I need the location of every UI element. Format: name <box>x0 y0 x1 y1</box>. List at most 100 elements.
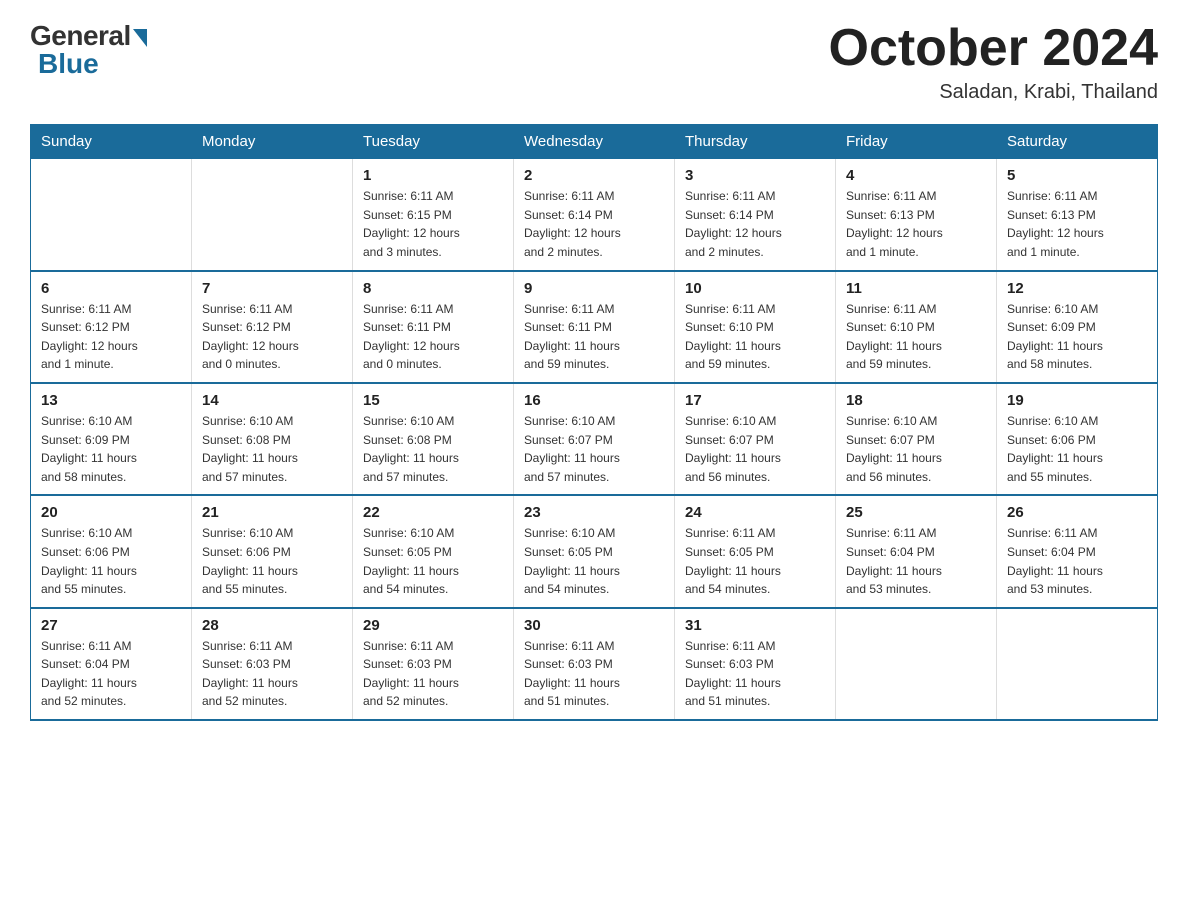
day-number: 14 <box>202 392 342 409</box>
week-row-2: 6 Sunrise: 6:11 AM Sunset: 6:12 PM Daylig… <box>31 271 1158 383</box>
header-monday: Monday <box>192 125 353 159</box>
header-friday: Friday <box>836 125 997 159</box>
day-info: Sunrise: 6:11 AM Sunset: 6:10 PM Dayligh… <box>685 300 825 374</box>
day-number: 28 <box>202 617 342 634</box>
day-info: Sunrise: 6:11 AM Sunset: 6:10 PM Dayligh… <box>846 300 986 374</box>
location-text: Saladan, Krabi, Thailand <box>829 81 1159 104</box>
header-sunday: Sunday <box>31 125 192 159</box>
header-row: SundayMondayTuesdayWednesdayThursdayFrid… <box>31 125 1158 159</box>
calendar-cell: 17 Sunrise: 6:10 AM Sunset: 6:07 PM Dayli… <box>675 383 836 495</box>
calendar-cell: 21 Sunrise: 6:10 AM Sunset: 6:06 PM Dayli… <box>192 495 353 607</box>
day-info: Sunrise: 6:11 AM Sunset: 6:04 PM Dayligh… <box>1007 524 1147 598</box>
calendar-cell <box>836 608 997 720</box>
calendar-cell: 6 Sunrise: 6:11 AM Sunset: 6:12 PM Daylig… <box>31 271 192 383</box>
day-number: 25 <box>846 504 986 521</box>
day-number: 26 <box>1007 504 1147 521</box>
calendar-cell: 20 Sunrise: 6:10 AM Sunset: 6:06 PM Dayli… <box>31 495 192 607</box>
calendar-cell <box>192 159 353 271</box>
header-tuesday: Tuesday <box>353 125 514 159</box>
day-info: Sunrise: 6:10 AM Sunset: 6:09 PM Dayligh… <box>1007 300 1147 374</box>
calendar-cell: 26 Sunrise: 6:11 AM Sunset: 6:04 PM Dayli… <box>997 495 1158 607</box>
day-number: 16 <box>524 392 664 409</box>
calendar-cell: 2Sunrise: 6:11 AM Sunset: 6:14 PM Daylig… <box>514 159 675 271</box>
calendar-cell: 13Sunrise: 6:10 AM Sunset: 6:09 PM Dayli… <box>31 383 192 495</box>
calendar-cell: 1 Sunrise: 6:11 AM Sunset: 6:15 PM Daylig… <box>353 159 514 271</box>
month-title: October 2024 <box>829 20 1159 77</box>
day-info: Sunrise: 6:10 AM Sunset: 6:08 PM Dayligh… <box>202 412 342 486</box>
day-info: Sunrise: 6:11 AM Sunset: 6:03 PM Dayligh… <box>524 637 664 711</box>
calendar-cell: 23 Sunrise: 6:10 AM Sunset: 6:05 PM Dayli… <box>514 495 675 607</box>
day-info: Sunrise: 6:11 AM Sunset: 6:03 PM Dayligh… <box>363 637 503 711</box>
day-info: Sunrise: 6:11 AM Sunset: 6:04 PM Dayligh… <box>41 637 181 711</box>
day-number: 23 <box>524 504 664 521</box>
day-number: 7 <box>202 280 342 297</box>
calendar-cell: 16 Sunrise: 6:10 AM Sunset: 6:07 PM Dayli… <box>514 383 675 495</box>
day-number: 1 <box>363 167 503 184</box>
page-header: General Blue October 2024 Saladan, Krabi… <box>30 20 1158 104</box>
day-info: Sunrise: 6:10 AM Sunset: 6:06 PM Dayligh… <box>41 524 181 598</box>
day-info: Sunrise: 6:10 AM Sunset: 6:07 PM Dayligh… <box>524 412 664 486</box>
header-wednesday: Wednesday <box>514 125 675 159</box>
day-number: 15 <box>363 392 503 409</box>
day-info: Sunrise: 6:11 AM Sunset: 6:05 PM Dayligh… <box>685 524 825 598</box>
calendar-cell: 29Sunrise: 6:11 AM Sunset: 6:03 PM Dayli… <box>353 608 514 720</box>
calendar-cell: 31 Sunrise: 6:11 AM Sunset: 6:03 PM Dayli… <box>675 608 836 720</box>
day-info: Sunrise: 6:11 AM Sunset: 6:15 PM Dayligh… <box>363 187 503 261</box>
day-number: 11 <box>846 280 986 297</box>
day-number: 13 <box>41 392 181 409</box>
calendar-cell: 28 Sunrise: 6:11 AM Sunset: 6:03 PM Dayli… <box>192 608 353 720</box>
calendar-cell: 14 Sunrise: 6:10 AM Sunset: 6:08 PM Dayli… <box>192 383 353 495</box>
day-number: 24 <box>685 504 825 521</box>
calendar-body: 1 Sunrise: 6:11 AM Sunset: 6:15 PM Daylig… <box>31 159 1158 720</box>
calendar-cell: 12 Sunrise: 6:10 AM Sunset: 6:09 PM Dayli… <box>997 271 1158 383</box>
day-info: Sunrise: 6:11 AM Sunset: 6:14 PM Dayligh… <box>685 187 825 261</box>
day-info: Sunrise: 6:10 AM Sunset: 6:05 PM Dayligh… <box>524 524 664 598</box>
day-info: Sunrise: 6:10 AM Sunset: 6:05 PM Dayligh… <box>363 524 503 598</box>
calendar-cell: 22Sunrise: 6:10 AM Sunset: 6:05 PM Dayli… <box>353 495 514 607</box>
day-number: 9 <box>524 280 664 297</box>
week-row-5: 27Sunrise: 6:11 AM Sunset: 6:04 PM Dayli… <box>31 608 1158 720</box>
day-info: Sunrise: 6:11 AM Sunset: 6:13 PM Dayligh… <box>846 187 986 261</box>
day-info: Sunrise: 6:10 AM Sunset: 6:08 PM Dayligh… <box>363 412 503 486</box>
calendar-table: SundayMondayTuesdayWednesdayThursdayFrid… <box>30 124 1158 721</box>
calendar-cell: 8Sunrise: 6:11 AM Sunset: 6:11 PM Daylig… <box>353 271 514 383</box>
day-info: Sunrise: 6:10 AM Sunset: 6:06 PM Dayligh… <box>202 524 342 598</box>
day-info: Sunrise: 6:11 AM Sunset: 6:03 PM Dayligh… <box>202 637 342 711</box>
day-number: 12 <box>1007 280 1147 297</box>
calendar-cell: 10Sunrise: 6:11 AM Sunset: 6:10 PM Dayli… <box>675 271 836 383</box>
day-info: Sunrise: 6:10 AM Sunset: 6:06 PM Dayligh… <box>1007 412 1147 486</box>
calendar-cell: 18Sunrise: 6:10 AM Sunset: 6:07 PM Dayli… <box>836 383 997 495</box>
day-info: Sunrise: 6:11 AM Sunset: 6:11 PM Dayligh… <box>363 300 503 374</box>
header-saturday: Saturday <box>997 125 1158 159</box>
calendar-cell: 9 Sunrise: 6:11 AM Sunset: 6:11 PM Daylig… <box>514 271 675 383</box>
day-info: Sunrise: 6:10 AM Sunset: 6:07 PM Dayligh… <box>685 412 825 486</box>
logo: General Blue <box>30 20 147 80</box>
day-number: 21 <box>202 504 342 521</box>
header-thursday: Thursday <box>675 125 836 159</box>
calendar-cell: 25Sunrise: 6:11 AM Sunset: 6:04 PM Dayli… <box>836 495 997 607</box>
calendar-cell: 19 Sunrise: 6:10 AM Sunset: 6:06 PM Dayli… <box>997 383 1158 495</box>
week-row-1: 1 Sunrise: 6:11 AM Sunset: 6:15 PM Daylig… <box>31 159 1158 271</box>
day-number: 5 <box>1007 167 1147 184</box>
day-info: Sunrise: 6:11 AM Sunset: 6:11 PM Dayligh… <box>524 300 664 374</box>
day-info: Sunrise: 6:11 AM Sunset: 6:03 PM Dayligh… <box>685 637 825 711</box>
calendar-cell: 15 Sunrise: 6:10 AM Sunset: 6:08 PM Dayli… <box>353 383 514 495</box>
day-number: 20 <box>41 504 181 521</box>
week-row-4: 20 Sunrise: 6:10 AM Sunset: 6:06 PM Dayli… <box>31 495 1158 607</box>
day-number: 4 <box>846 167 986 184</box>
day-info: Sunrise: 6:11 AM Sunset: 6:12 PM Dayligh… <box>41 300 181 374</box>
day-number: 17 <box>685 392 825 409</box>
calendar-cell: 11 Sunrise: 6:11 AM Sunset: 6:10 PM Dayli… <box>836 271 997 383</box>
day-number: 31 <box>685 617 825 634</box>
calendar-cell: 5Sunrise: 6:11 AM Sunset: 6:13 PM Daylig… <box>997 159 1158 271</box>
day-info: Sunrise: 6:11 AM Sunset: 6:12 PM Dayligh… <box>202 300 342 374</box>
day-number: 6 <box>41 280 181 297</box>
logo-blue-text: Blue <box>38 48 99 80</box>
calendar-cell <box>997 608 1158 720</box>
calendar-header: SundayMondayTuesdayWednesdayThursdayFrid… <box>31 125 1158 159</box>
day-number: 19 <box>1007 392 1147 409</box>
calendar-cell <box>31 159 192 271</box>
day-number: 18 <box>846 392 986 409</box>
day-info: Sunrise: 6:11 AM Sunset: 6:14 PM Dayligh… <box>524 187 664 261</box>
calendar-cell: 3Sunrise: 6:11 AM Sunset: 6:14 PM Daylig… <box>675 159 836 271</box>
